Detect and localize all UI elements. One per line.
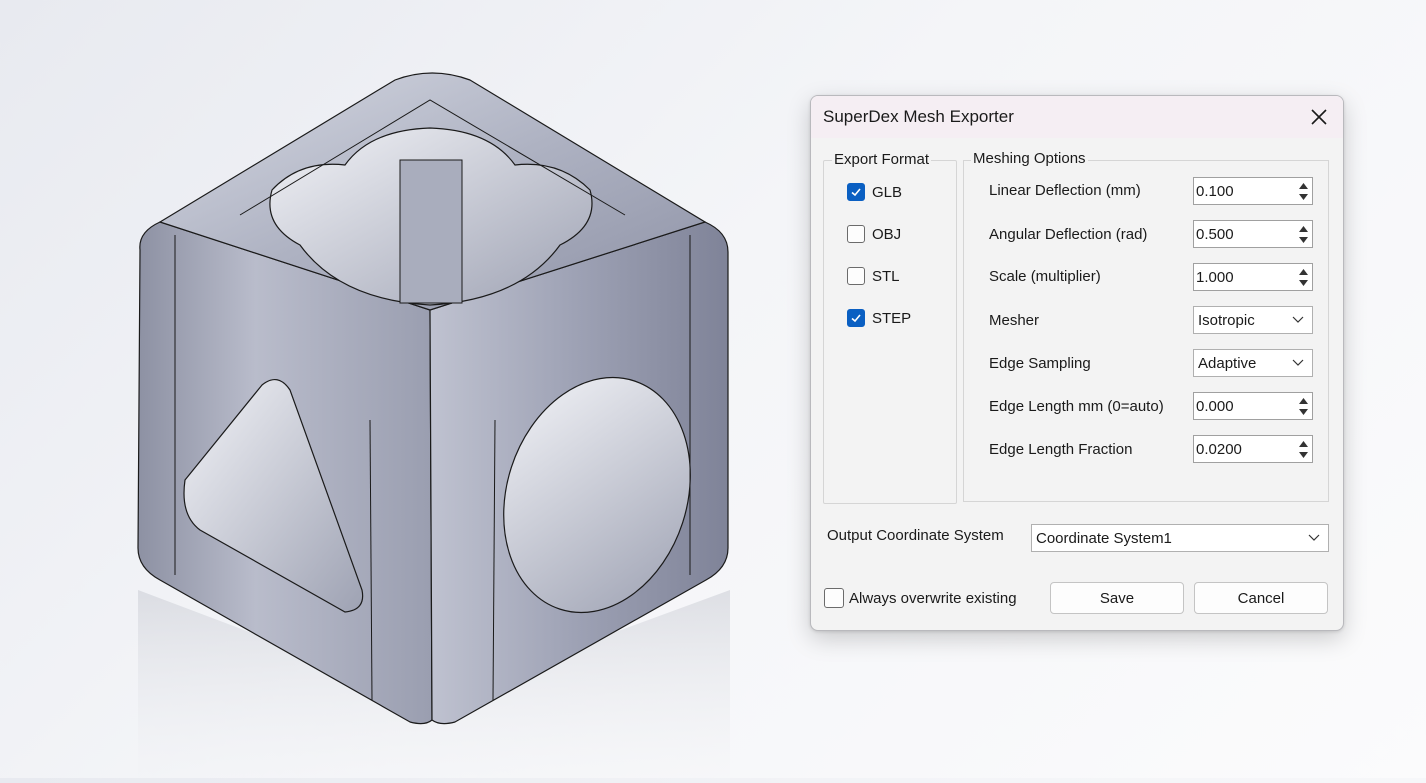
edge-sampling-label: Edge Sampling: [989, 355, 1091, 372]
glb-label: GLB: [872, 183, 903, 201]
mesher-value: Isotropic: [1198, 311, 1255, 329]
linear-deflection-label: Linear Deflection (mm): [989, 182, 1141, 199]
save-button[interactable]: Save: [1050, 582, 1184, 614]
spin-down-icon[interactable]: [1296, 277, 1310, 288]
checkmark-icon: [851, 188, 861, 197]
spin-down-icon[interactable]: [1296, 234, 1310, 245]
chevron-down-icon: [1308, 534, 1320, 541]
spin-down-icon[interactable]: [1296, 191, 1310, 202]
mesher-label: Mesher: [989, 312, 1040, 329]
edge-length-label: Edge Length mm (0=auto): [989, 398, 1164, 415]
edge-length-fraction-label: Edge Length Fraction: [989, 441, 1133, 458]
spin-up-icon[interactable]: [1296, 395, 1310, 406]
step-checkbox[interactable]: STEP: [847, 307, 911, 329]
always-overwrite-label: Always overwrite existing: [849, 589, 1017, 607]
step-label: STEP: [872, 309, 912, 327]
output-coordinate-system-value: Coordinate System1: [1036, 529, 1172, 547]
angular-deflection-input[interactable]: [1194, 222, 1292, 246]
stl-checkbox-box[interactable]: [847, 267, 865, 285]
scale-label: Scale (multiplier): [989, 268, 1101, 285]
angular-deflection-spinbox[interactable]: [1193, 220, 1313, 248]
spin-up-icon[interactable]: [1296, 438, 1310, 449]
angular-deflection-label: Angular Deflection (rad): [989, 226, 1148, 243]
dialog-title: SuperDex Mesh Exporter: [823, 107, 1014, 126]
scale-input[interactable]: [1194, 265, 1292, 289]
checkmark-icon: [851, 314, 861, 323]
edge-length-fraction-input[interactable]: [1194, 437, 1292, 461]
obj-checkbox-box[interactable]: [847, 225, 865, 243]
chevron-down-icon: [1292, 316, 1304, 323]
edge-length-input[interactable]: [1194, 394, 1292, 418]
spin-up-icon[interactable]: [1296, 266, 1310, 277]
obj-checkbox[interactable]: OBJ: [847, 223, 901, 245]
close-icon: [1311, 109, 1327, 125]
meshing-options-label: Meshing Options: [971, 150, 1088, 167]
spin-up-icon[interactable]: [1296, 180, 1310, 191]
close-button[interactable]: [1295, 96, 1343, 138]
edge-sampling-select[interactable]: Adaptive: [1193, 349, 1313, 377]
edge-length-fraction-spinbox[interactable]: [1193, 435, 1313, 463]
edge-sampling-value: Adaptive: [1198, 354, 1257, 372]
scale-spinbox[interactable]: [1193, 263, 1313, 291]
mesher-select[interactable]: Isotropic: [1193, 306, 1313, 334]
glb-checkbox-box[interactable]: [847, 183, 865, 201]
output-coordinate-system-label: Output Coordinate System: [827, 527, 1004, 544]
mesh-exporter-dialog: SuperDex Mesh Exporter Export Format GLB…: [810, 95, 1344, 631]
always-overwrite-checkbox[interactable]: Always overwrite existing: [824, 587, 1017, 609]
linear-deflection-spinbox[interactable]: [1193, 177, 1313, 205]
stl-label: STL: [872, 267, 900, 285]
edge-length-spinbox[interactable]: [1193, 392, 1313, 420]
linear-deflection-input[interactable]: [1194, 179, 1292, 203]
step-checkbox-box[interactable]: [847, 309, 865, 327]
spin-up-icon[interactable]: [1296, 223, 1310, 234]
glb-checkbox[interactable]: GLB: [847, 181, 902, 203]
export-format-label: Export Format: [832, 151, 932, 168]
chevron-down-icon: [1292, 359, 1304, 366]
spin-down-icon[interactable]: [1296, 449, 1310, 460]
export-format-group: Export Format GLB OBJ STL STEP: [823, 151, 957, 504]
stl-checkbox[interactable]: STL: [847, 265, 900, 287]
cancel-button[interactable]: Cancel: [1194, 582, 1328, 614]
title-bar[interactable]: SuperDex Mesh Exporter: [811, 96, 1343, 138]
output-coordinate-system-select[interactable]: Coordinate System1: [1031, 524, 1329, 552]
spin-down-icon[interactable]: [1296, 406, 1310, 417]
always-overwrite-checkbox-box[interactable]: [824, 588, 844, 608]
obj-label: OBJ: [872, 225, 902, 243]
